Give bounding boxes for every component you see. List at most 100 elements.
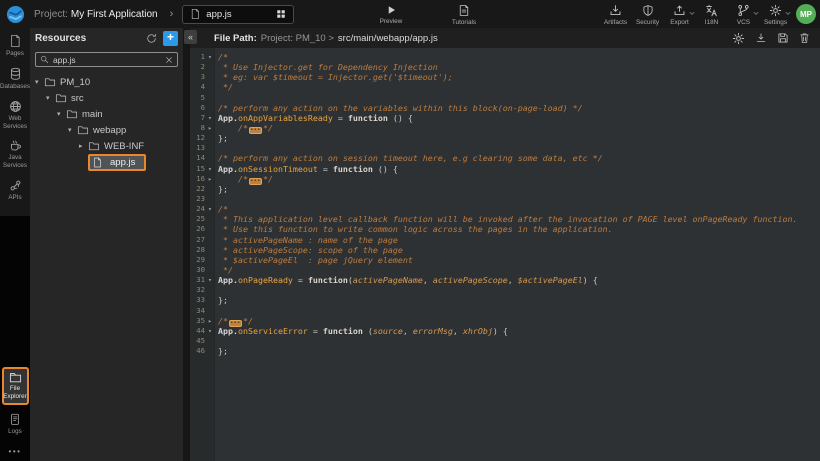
fold-spacer (205, 82, 215, 92)
code-line[interactable]: 27 * activePageName : name of the page (190, 235, 820, 245)
topbar-action-vcs[interactable]: VCS (729, 4, 758, 26)
preview-label: Preview (380, 18, 403, 25)
fold-open-icon[interactable]: ▾ (205, 113, 215, 123)
code-line[interactable]: 46}; (190, 346, 820, 356)
code-line[interactable]: 13 (190, 143, 820, 153)
code-line[interactable]: 25 * This application level callback fun… (190, 214, 820, 224)
editor-settings-icon[interactable] (732, 32, 745, 45)
code-text (215, 93, 218, 103)
folded-code-badge[interactable]: ••• (249, 178, 262, 185)
code-text: /*•••*/ (215, 123, 273, 133)
clear-search-icon[interactable] (165, 56, 173, 64)
code-line[interactable]: 5 (190, 93, 820, 103)
breadcrumb-chevron-icon[interactable]: › (170, 8, 174, 20)
chevron-down-icon[interactable]: ▾ (57, 110, 66, 118)
line-number: 13 (190, 143, 205, 153)
tree-row-web-inf[interactable]: ▸WEB-INF (30, 138, 183, 154)
topbar-action-i18n[interactable]: I18N (697, 4, 726, 26)
topbar-action-security[interactable]: Security (633, 4, 662, 26)
sidebar-item-web-services[interactable]: Web Services (0, 100, 30, 131)
code-line[interactable]: 15▾App.onSessionTimeout = function () { (190, 164, 820, 174)
topbar-action-artifacts[interactable]: Artifacts (601, 4, 630, 26)
code-line[interactable]: 16▸ /*•••*/ (190, 174, 820, 184)
code-line[interactable]: 33}; (190, 295, 820, 305)
sidebar-item-logs[interactable]: Logs (8, 413, 22, 436)
tree-row-main[interactable]: ▾main (30, 106, 183, 122)
code-line[interactable]: 3 * eg: var $timeout = Injector.get('$ti… (190, 72, 820, 82)
chevron-down-icon[interactable]: ▾ (68, 126, 77, 134)
refresh-icon[interactable] (146, 33, 157, 44)
code-line[interactable]: 34 (190, 306, 820, 316)
code-line[interactable]: 26 * Use this function to write common l… (190, 224, 820, 234)
sidebar-item-apis[interactable]: APIs (0, 179, 30, 202)
tutorials-button[interactable]: Tutorials (438, 4, 490, 26)
editor-header: File Path: Project: PM_10 > src/main/web… (190, 28, 820, 48)
code-line[interactable]: 45 (190, 336, 820, 346)
chevron-down-icon[interactable]: ▾ (35, 78, 44, 86)
code-text: */ (215, 82, 233, 92)
fold-open-icon[interactable]: ▾ (205, 52, 215, 62)
wavemaker-logo-icon[interactable] (0, 5, 30, 24)
fold-open-icon[interactable]: ▾ (205, 164, 215, 174)
code-line[interactable]: 30 */ (190, 265, 820, 275)
code-line[interactable]: 6/* perform any action on the variables … (190, 103, 820, 113)
chevron-down-icon[interactable]: ▾ (46, 94, 55, 102)
code-line[interactable]: 1▾/* (190, 52, 820, 62)
user-avatar[interactable]: MP (796, 4, 816, 24)
code-line[interactable]: 31▾App.onPageReady = function(activePage… (190, 275, 820, 285)
more-options-button[interactable]: ••• (9, 447, 22, 456)
topbar-action-label: Security (636, 19, 659, 26)
code-line[interactable]: 8▸ /*•••*/ (190, 123, 820, 133)
fold-closed-icon[interactable]: ▸ (205, 316, 215, 326)
resource-search-input[interactable]: app.js (35, 52, 178, 67)
code-line[interactable]: 14/* perform any action on session timeo… (190, 153, 820, 163)
line-number: 16 (190, 174, 205, 184)
download-file-icon[interactable] (755, 32, 767, 44)
tree-row-src[interactable]: ▾src (30, 90, 183, 106)
preview-button[interactable]: Preview (366, 4, 416, 25)
topbar-action-export[interactable]: Export (665, 4, 694, 26)
chevron-right-icon[interactable]: ▸ (79, 142, 88, 150)
fold-open-icon[interactable]: ▾ (205, 204, 215, 214)
fold-closed-icon[interactable]: ▸ (205, 174, 215, 184)
code-text (215, 336, 218, 346)
topbar-action-settings[interactable]: Settings (761, 4, 790, 26)
panel-divider[interactable] (183, 28, 190, 461)
code-line[interactable]: 35▸/*•••*/ (190, 316, 820, 326)
code-line[interactable]: 22}; (190, 184, 820, 194)
selected-file-highlight[interactable]: app.js (88, 154, 146, 171)
sidebar-item-databases[interactable]: Databases (0, 67, 30, 91)
code-line[interactable]: 4 */ (190, 82, 820, 92)
code-text (215, 143, 218, 153)
code-line[interactable]: 7▾App.onAppVariablesReady = function () … (190, 113, 820, 123)
add-resource-button[interactable]: + (163, 31, 178, 46)
delete-file-icon[interactable] (799, 32, 810, 44)
fold-open-icon[interactable]: ▾ (205, 275, 215, 285)
fold-spacer (205, 93, 215, 103)
tree-row-webapp[interactable]: ▾webapp (30, 122, 183, 138)
collapse-panel-button[interactable]: « (184, 30, 197, 44)
folded-code-badge[interactable]: ••• (249, 127, 262, 134)
sidebar-item-file-explorer[interactable]: File Explorer (2, 367, 29, 405)
line-number: 26 (190, 224, 205, 234)
open-file-tab[interactable]: app.js (182, 5, 294, 24)
code-line[interactable]: 24▾/* (190, 204, 820, 214)
chevron-down-icon (785, 11, 791, 16)
code-line[interactable]: 23 (190, 194, 820, 204)
save-file-icon[interactable] (777, 32, 789, 44)
code-area[interactable]: 1▾/*2 * Use Injector.get for Dependency … (190, 48, 820, 461)
sidebar-item-java-services[interactable]: Java Services (0, 139, 30, 170)
code-line[interactable]: 32 (190, 285, 820, 295)
fold-open-icon[interactable]: ▾ (205, 326, 215, 336)
code-line[interactable]: 28 * activePageScope: scope of the page (190, 245, 820, 255)
tree-row-pm_10[interactable]: ▾PM_10 (30, 74, 183, 90)
fold-closed-icon[interactable]: ▸ (205, 123, 215, 133)
sidebar-item-pages[interactable]: Pages (0, 34, 30, 58)
code-line[interactable]: 44▾App.onServiceError = function (source… (190, 326, 820, 336)
grid-icon[interactable] (276, 9, 286, 19)
code-line[interactable]: 2 * Use Injector.get for Dependency Inje… (190, 62, 820, 72)
code-line[interactable]: 12}; (190, 133, 820, 143)
line-number: 35 (190, 316, 205, 326)
tree-row-app.js[interactable]: app.js (30, 154, 183, 170)
code-line[interactable]: 29 * $activePageEl : page jQuery element (190, 255, 820, 265)
